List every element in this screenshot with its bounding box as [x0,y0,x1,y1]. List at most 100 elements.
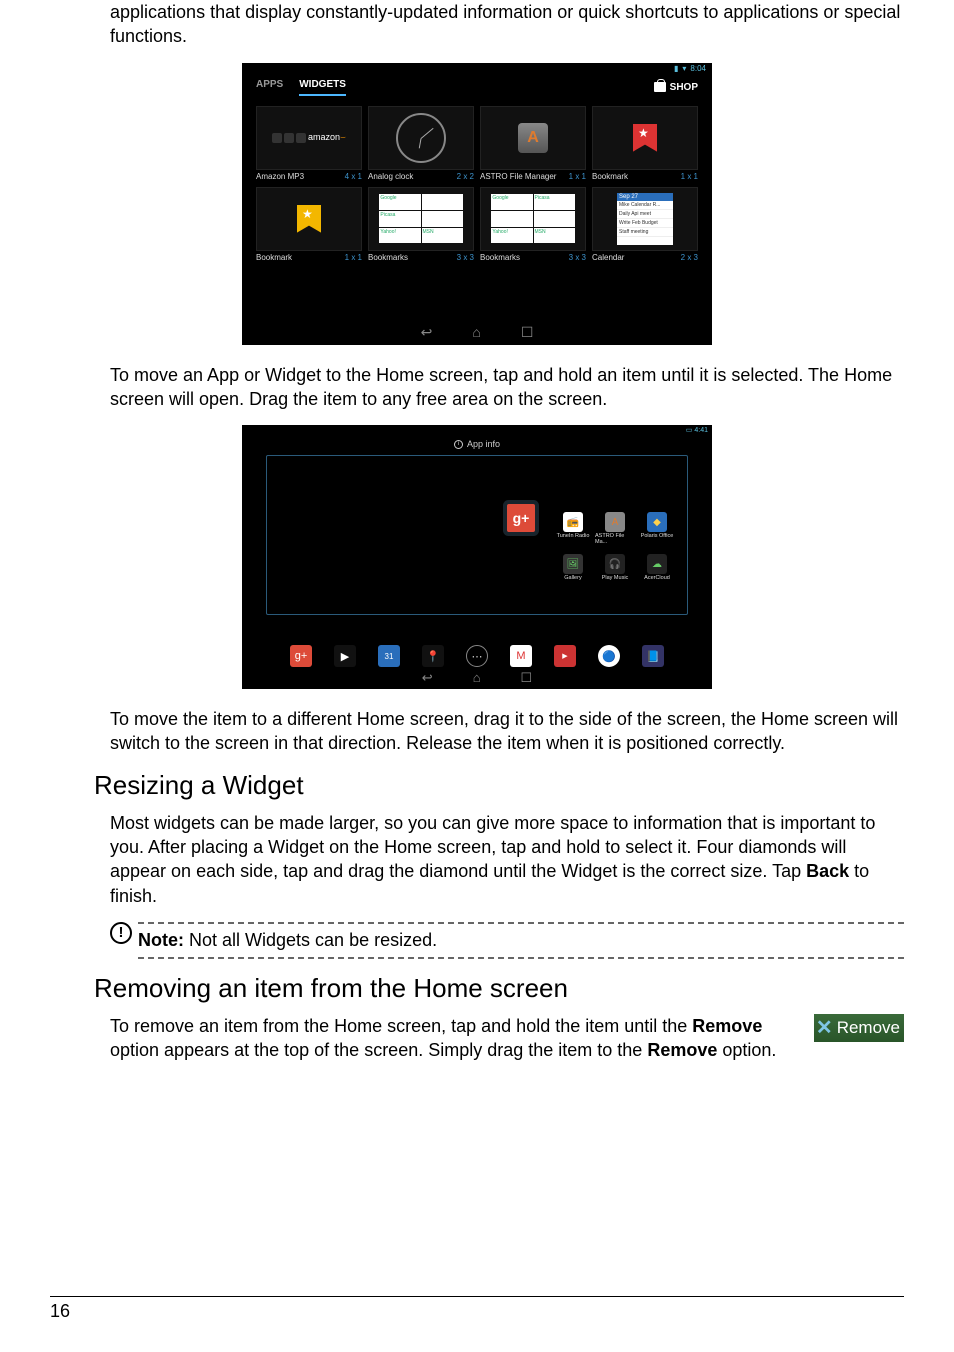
dock-books-icon[interactable]: 📘 [642,645,664,667]
existing-apps-grid: 📻TuneIn Radio AASTRO File Ma... ◆Polaris… [553,512,677,594]
widget-dim: 1 x 1 [345,253,362,262]
battery-icon: ▮ [674,64,678,73]
recents-icon[interactable]: ☐ [521,324,534,341]
amazon-logo: amazon⌣ [308,132,346,143]
page-footer: 16 [50,1296,904,1322]
prev-icon [272,133,282,143]
widget-cell-bookmarks-1[interactable]: Google Picasa Yahoo!MSN Bookmarks3 x 3 [368,187,474,262]
widget-dim: 3 x 3 [569,253,586,262]
shop-label: SHOP [670,82,698,93]
widget-thumb: A [480,106,586,170]
widget-cell-bookmark-1[interactable]: Bookmark 1 x 1 [592,106,698,181]
widget-cell-amazon-mp3[interactable]: amazon⌣ Amazon MP34 x 1 [256,106,362,181]
widget-cell-analog-clock[interactable]: Analog clock2 x 2 [368,106,474,181]
status-time: 8:04 [690,64,706,73]
app-info-bar[interactable]: i App info [242,435,712,455]
home-icon[interactable]: ⌂ [473,670,481,686]
widget-thumb: Google Picasa Yahoo!MSN [368,187,474,251]
move-side-paragraph: To move the item to a different Home scr… [110,707,904,756]
next-icon [296,133,306,143]
remove-pill[interactable]: ✕ Remove [814,1014,904,1042]
dock-calendar-icon[interactable]: 31 [378,645,400,667]
dock-play-store-icon[interactable]: ▶ [334,645,356,667]
system-navbar: ↩ ⌂ ☐ [242,670,712,686]
tab-apps[interactable]: APPS [256,79,283,96]
note-exclamation-icon: ! [110,922,132,944]
home-dropzone[interactable]: g+ 📻TuneIn Radio AASTRO File Ma... ◆Pola… [266,455,688,615]
widget-name: Amazon MP3 [256,172,304,181]
tab-widgets[interactable]: WIDGETS [299,79,346,96]
bookmarks-tiles: GooglePicasa Yahoo!MSN [491,194,574,244]
wifi-icon: ▾ [682,64,686,73]
widget-dim: 2 x 3 [681,253,698,262]
widget-dim: 2 x 2 [457,172,474,181]
widgets-screenshot: ▮ ▾ 8:04 APPS WIDGETS SHOP amazon⌣ [242,63,712,345]
dock-apps-icon[interactable]: ⋯ [466,645,488,667]
note-divider-top [138,922,904,924]
app-polaris[interactable]: ◆Polaris Office [637,512,677,552]
drag-screenshot-wrap: ▭ 4:41 i App info g+ 📻TuneIn Radio AASTR… [50,425,904,689]
status-time: 4:41 [694,427,708,434]
widget-cell-calendar[interactable]: Sep 27 Mike Calendar R... Daily Api meet… [592,187,698,262]
dock-youtube-icon[interactable]: ▶ [554,645,576,667]
recents-icon[interactable]: ☐ [521,670,533,686]
status-bar: ▭ 4:41 [242,425,712,435]
dock-bar: g+ ▶ 31 📍 ⋯ M ▶ 🔵 📘 [242,645,712,667]
remove-row: To remove an item from the Home screen, … [110,1014,904,1063]
status-bar: ▮ ▾ 8:04 [242,63,712,75]
widget-cell-bookmarks-2[interactable]: GooglePicasa Yahoo!MSN Bookmarks 3 x 3 [480,187,586,262]
resize-heading: Resizing a Widget [94,770,904,801]
widget-thumb [368,106,474,170]
clock-icon [396,113,446,163]
dock-maps-icon[interactable]: 📍 [422,645,444,667]
widget-name: Bookmarks [368,253,408,262]
note-label: Note: [138,930,184,950]
app-tunein[interactable]: 📻TuneIn Radio [553,512,593,552]
resize-paragraph: Most widgets can be made larger, so you … [110,811,904,908]
drag-screenshot: ▭ 4:41 i App info g+ 📻TuneIn Radio AASTR… [242,425,712,689]
widget-thumb [592,106,698,170]
info-icon: i [454,440,463,449]
back-icon[interactable]: ↩ [421,324,433,341]
widget-thumb: GooglePicasa Yahoo!MSN [480,187,586,251]
app-astro[interactable]: AASTRO File Ma... [595,512,635,552]
calendar-preview: Sep 27 Mike Calendar R... Daily Api meet… [617,193,673,245]
app-gallery[interactable]: 🖼Gallery [553,554,593,594]
shop-bag-icon [654,82,666,92]
widget-thumb: Sep 27 Mike Calendar R... Daily Api meet… [592,187,698,251]
bookmark-icon [633,124,657,152]
shop-button[interactable]: SHOP [654,82,698,93]
widget-cell-bookmark-2[interactable]: Bookmark 1 x 1 [256,187,362,262]
app-acercloud[interactable]: ☁AcerCloud [637,554,677,594]
system-navbar: ↩ ⌂ ☐ [242,324,712,341]
app-info-label: App info [467,439,500,449]
tabs-row: APPS WIDGETS [256,79,346,96]
calendar-header: Sep 27 [617,193,673,201]
dock-gplus-icon[interactable]: g+ [290,645,312,667]
battery-icon: ▭ [686,426,693,434]
widget-name: Bookmark [592,172,628,181]
bookmarks-tiles: Google Picasa Yahoo!MSN [379,194,462,244]
home-icon[interactable]: ⌂ [472,324,480,341]
remove-x-icon: ✕ [816,1018,833,1038]
dragging-gplus-icon[interactable]: g+ [507,504,535,532]
widget-name: Bookmarks [480,253,520,262]
widgets-grid: amazon⌣ Amazon MP34 x 1 Analog clock2 x … [242,96,712,262]
widgets-screenshot-wrap: ▮ ▾ 8:04 APPS WIDGETS SHOP amazon⌣ [50,63,904,345]
note-text: Note: Not all Widgets can be resized. [138,930,904,951]
dock-gmail-icon[interactable]: M [510,645,532,667]
bookmark-icon [297,205,321,233]
dock-chrome-icon[interactable]: 🔵 [598,645,620,667]
move-paragraph: To move an App or Widget to the Home scr… [110,363,904,412]
widget-dim: 1 x 1 [681,172,698,181]
widget-cell-astro[interactable]: A ASTRO File Manager1 x 1 [480,106,586,181]
back-icon[interactable]: ↩ [422,670,433,686]
widget-thumb: amazon⌣ [256,106,362,170]
remove-heading: Removing an item from the Home screen [94,973,904,1004]
widget-name: ASTRO File Manager [480,172,556,181]
widget-name: Bookmark [256,253,292,262]
app-play-music[interactable]: 🎧Play Music [595,554,635,594]
remove-pill-label: Remove [837,1018,900,1038]
apps-topbar: APPS WIDGETS SHOP [242,75,712,96]
widget-thumb [256,187,362,251]
